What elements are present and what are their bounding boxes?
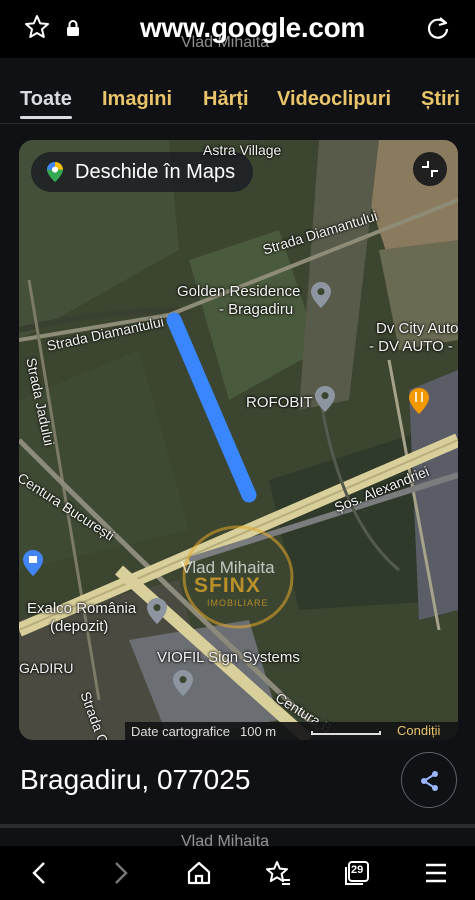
map-scale-bar bbox=[311, 731, 381, 735]
bookmarks-icon[interactable] bbox=[265, 860, 291, 886]
map-label-dv-city-auto: Dv City Auto bbox=[376, 320, 458, 337]
map-attribution: Date cartografice 100 m Condiții bbox=[125, 722, 458, 740]
reload-icon[interactable] bbox=[424, 14, 452, 42]
map-pin-icon[interactable] bbox=[173, 670, 193, 696]
tab-count: 29 bbox=[351, 864, 364, 876]
tab-news[interactable]: Știri bbox=[421, 88, 460, 111]
lock-icon bbox=[67, 20, 79, 36]
shopping-pin-icon[interactable] bbox=[23, 550, 43, 576]
map-label-viofil: VIOFIL Sign Systems bbox=[157, 649, 300, 666]
sfinx-logo-subtext: IMOBILIARE bbox=[207, 598, 269, 608]
home-icon[interactable] bbox=[186, 860, 212, 886]
map-view[interactable]: Deschide în Maps Astra Village Strada Di… bbox=[19, 140, 458, 740]
tab-images[interactable]: Imagini bbox=[102, 88, 172, 111]
watermark-center: Vlad Mihaita bbox=[181, 558, 275, 577]
menu-icon[interactable] bbox=[423, 860, 449, 886]
share-icon bbox=[421, 771, 438, 791]
share-button[interactable] bbox=[401, 752, 457, 808]
star-icon[interactable] bbox=[24, 14, 50, 40]
tab-maps[interactable]: Hărți bbox=[203, 88, 249, 111]
map-pin-icon[interactable] bbox=[147, 598, 167, 624]
collapse-icon bbox=[422, 161, 438, 177]
tabs-icon[interactable]: 29 bbox=[344, 860, 370, 886]
open-in-maps-button[interactable]: Deschide în Maps bbox=[31, 152, 254, 192]
forward-icon[interactable] bbox=[107, 860, 133, 886]
map-pin-icon[interactable] bbox=[315, 386, 335, 412]
map-label-gadiru: GADIRU bbox=[19, 660, 74, 676]
back-icon[interactable] bbox=[27, 860, 53, 886]
results-content: Deschide în Maps Astra Village Strada Di… bbox=[0, 124, 475, 846]
map-scale-label: 100 m bbox=[240, 723, 277, 739]
browser-bottom-nav: 29 bbox=[0, 846, 475, 900]
tab-videos[interactable]: Videoclipuri bbox=[277, 88, 391, 111]
map-label-exalco-sub: (depozit) bbox=[50, 618, 109, 635]
map-label-golden-residence: Golden Residence bbox=[177, 283, 301, 300]
map-label-exalco: Exalco România bbox=[27, 600, 137, 617]
map-data-label: Date cartografice bbox=[131, 723, 230, 739]
open-in-maps-label: Deschide în Maps bbox=[75, 160, 236, 183]
watermark-top: Vlad Mihaita bbox=[181, 34, 270, 51]
map-label-golden-residence-sub: - Bragadiru bbox=[219, 301, 294, 318]
search-tabs: Toate Imagini Hărți Videoclipuri Știri bbox=[0, 58, 475, 124]
place-title: Bragadiru, 077025 bbox=[20, 764, 251, 795]
map-label-rofobit: ROFOBIT bbox=[246, 394, 313, 411]
map-pin-icon[interactable] bbox=[311, 282, 331, 308]
map-label-astra-village: Astra Village bbox=[203, 142, 282, 158]
maps-pin-icon bbox=[47, 162, 63, 182]
section-divider bbox=[0, 824, 475, 828]
tab-all[interactable]: Toate bbox=[20, 88, 72, 119]
map-terms-link[interactable]: Condiții bbox=[397, 723, 440, 738]
map-label-dv-auto: - DV AUTO - bbox=[369, 338, 453, 355]
collapse-map-button[interactable] bbox=[413, 152, 447, 186]
restaurant-pin-icon[interactable] bbox=[409, 388, 429, 414]
